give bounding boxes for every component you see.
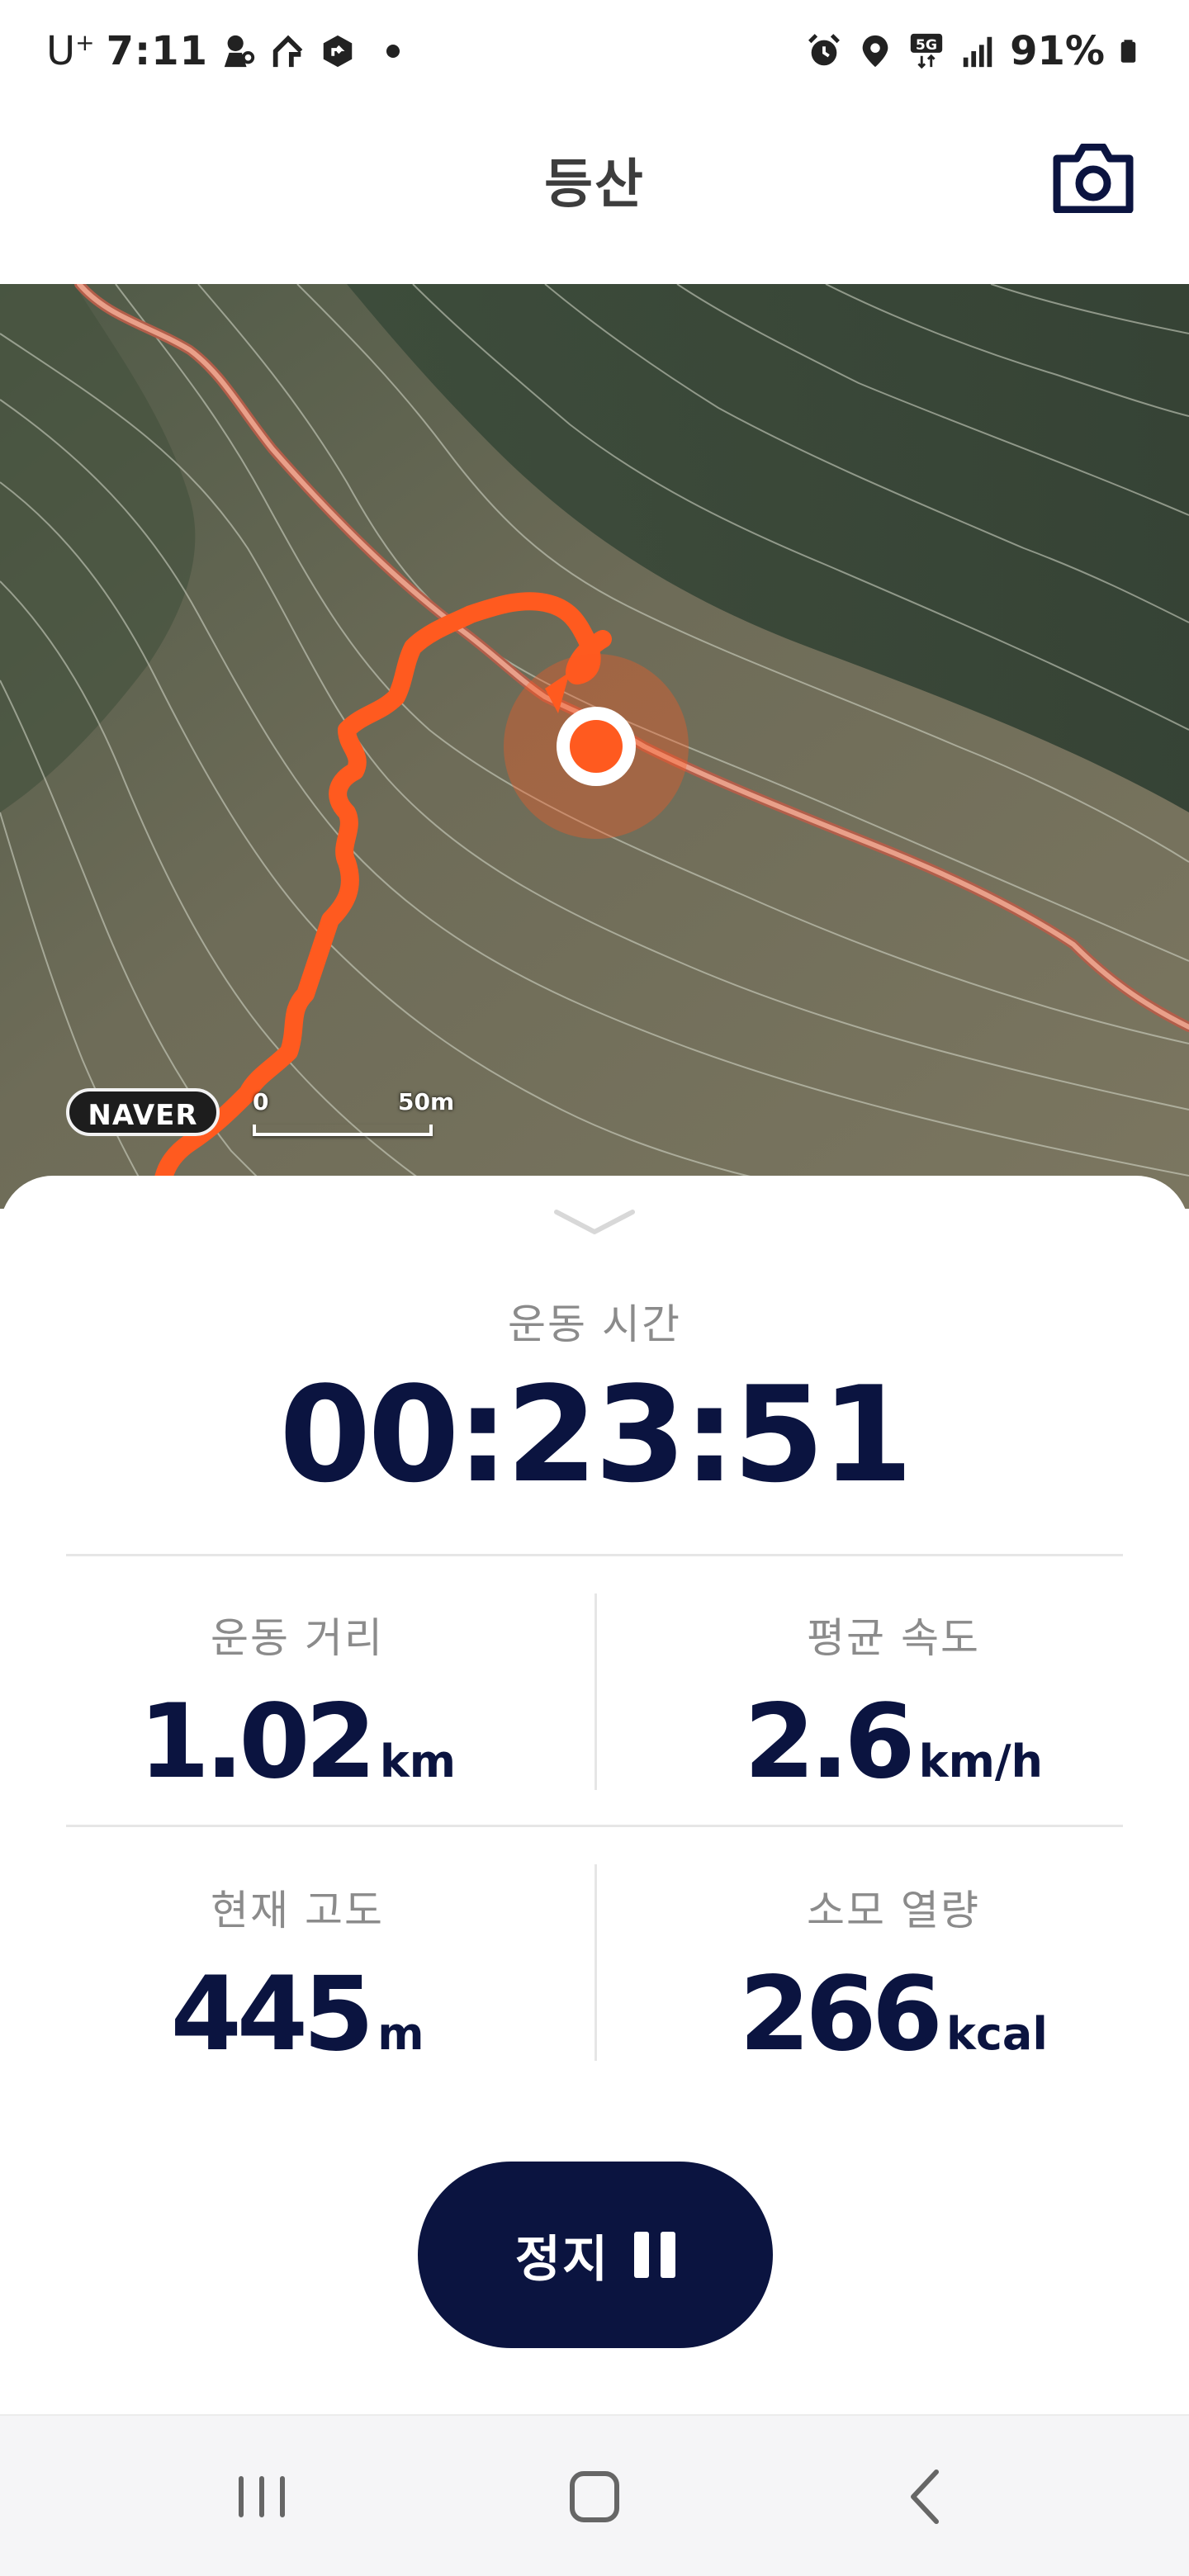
stat-distance: 운동 거리 1.02 km (33, 1605, 561, 1802)
scale-line (253, 1125, 433, 1136)
location-pin-icon (862, 35, 888, 68)
stat-unit: km (379, 1735, 457, 1788)
chevron-down-icon (554, 1210, 635, 1234)
navigation-shield-icon (323, 35, 353, 68)
map-scale-bar: 0 50m (253, 1088, 454, 1136)
status-bar-right: 5G 91% (805, 28, 1143, 74)
back-icon (911, 2469, 939, 2524)
battery-percent: 91% (1010, 28, 1105, 74)
current-location-dot (570, 720, 623, 773)
stat-number: 2.6 (743, 1683, 916, 1802)
carrier-name: U (46, 28, 76, 74)
signal-icon (963, 36, 992, 68)
route-icon (272, 35, 303, 68)
status-bar: U+ 7:11 5G 91% (0, 0, 1189, 112)
stat-label: 소모 열량 (807, 1887, 980, 1934)
stat-value-row: 2.6 km/h (629, 1683, 1158, 1802)
stat-number: 1.02 (138, 1683, 377, 1802)
recent-apps-icon (239, 2476, 285, 2517)
sheet-collapse-handle[interactable] (552, 1204, 637, 1240)
alarm-icon (808, 34, 841, 66)
elapsed-time-label: 운동 시간 (508, 1300, 681, 1348)
recent-apps-button[interactable] (216, 2455, 307, 2538)
stat-unit: kcal (945, 2008, 1048, 2060)
stat-label: 운동 거리 (211, 1614, 384, 1662)
stat-avg-speed: 평균 속도 2.6 km/h (629, 1605, 1158, 1802)
app-header: 등산 (0, 112, 1189, 284)
stat-label: 현재 고도 (211, 1887, 384, 1934)
stop-button[interactable]: 정지 (418, 2162, 773, 2348)
vertical-divider (594, 1864, 597, 2061)
vertical-divider (594, 1593, 597, 1790)
pause-icon (634, 2232, 676, 2278)
page-title: 등산 (544, 154, 645, 215)
camera-icon (1053, 143, 1134, 214)
scale-start-label: 0 (253, 1088, 269, 1115)
stop-button-label: 정지 (514, 2230, 610, 2289)
dot-icon (386, 45, 400, 58)
map-view[interactable]: NAVER 0 50m (0, 284, 1189, 1209)
battery-icon (1120, 40, 1136, 63)
elapsed-time-value: 00:23:51 (279, 1357, 913, 1512)
stat-value-row: 1.02 km (33, 1683, 561, 1802)
workout-bottom-sheet: 운동 시간 00:23:51 운동 거리 1.02 km 평균 속도 2.6 km/… (0, 1176, 1189, 2414)
stat-number: 266 (739, 1955, 943, 2074)
system-nav-bar (0, 2414, 1189, 2576)
carrier-plus: + (75, 29, 95, 56)
map-canvas[interactable] (0, 284, 1189, 1209)
stat-number: 445 (170, 1955, 374, 2074)
stat-altitude: 현재 고도 445 m (33, 1878, 561, 2074)
scale-distance-label: 50m (398, 1088, 455, 1115)
stat-value-row: 266 kcal (629, 1955, 1158, 2074)
back-button[interactable] (882, 2455, 973, 2538)
status-bar-left: U+ 7:11 (46, 28, 400, 74)
divider (66, 1554, 1123, 1556)
stat-unit: m (377, 2008, 424, 2060)
carrier-label: U+ (46, 28, 95, 74)
5g-icon: 5G (910, 33, 943, 69)
network-type: 5G (916, 37, 937, 54)
location-person-icon (224, 35, 255, 68)
stat-calories: 소모 열량 266 kcal (629, 1878, 1158, 2074)
camera-button[interactable] (1052, 143, 1135, 214)
naver-logo-badge: NAVER (66, 1088, 220, 1136)
home-icon (570, 2471, 619, 2522)
stat-label: 평균 속도 (807, 1614, 980, 1662)
divider (66, 1825, 1123, 1827)
status-time: 7:11 (106, 28, 208, 74)
stat-value-row: 445 m (33, 1955, 561, 2074)
home-button[interactable] (549, 2455, 640, 2538)
stat-unit: km/h (918, 1735, 1044, 1788)
